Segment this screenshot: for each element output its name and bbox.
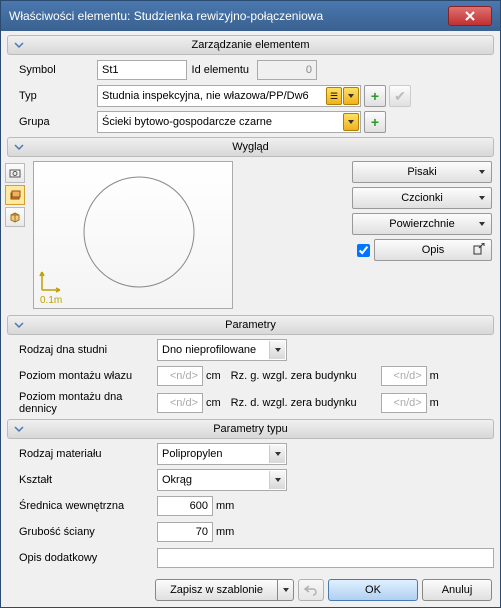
material-label: Rodzaj materiału: [7, 448, 157, 460]
plus-icon: +: [371, 88, 379, 104]
add-group-button[interactable]: +: [364, 111, 386, 133]
chevron-down-icon: [479, 170, 485, 174]
id-input: [257, 60, 317, 80]
type-dropdown-button[interactable]: [343, 87, 359, 105]
inner-dia-label: Średnica wewnętrzna: [7, 500, 157, 512]
rz-g-input[interactable]: [381, 366, 427, 386]
unit-m: m: [430, 397, 439, 409]
fonts-button[interactable]: Czcionki: [352, 187, 492, 209]
hatch-level-label: Poziom montażu włazu: [7, 370, 157, 382]
chevron-down-icon: [12, 140, 26, 154]
section-title: Zarządzanie elementem: [191, 39, 309, 51]
ok-button[interactable]: OK: [328, 579, 418, 601]
undo-button[interactable]: [298, 579, 324, 601]
cube-tool[interactable]: [5, 207, 25, 227]
window-title: Właściwości elementu: Studzienka rewizyj…: [9, 9, 323, 23]
chevron-down-icon: [479, 196, 485, 200]
section-management[interactable]: Zarządzanie elementem: [7, 35, 494, 55]
chevron-down-icon: [269, 445, 285, 463]
inner-dia-input[interactable]: [157, 496, 213, 516]
chevron-down-icon: [12, 38, 26, 52]
desc-checkbox[interactable]: [357, 244, 370, 257]
shape-label: Kształt: [7, 474, 157, 486]
unit-m: m: [430, 370, 439, 382]
section-type-params[interactable]: Parametry typu: [7, 419, 494, 439]
chevron-down-icon: [479, 222, 485, 226]
bottom-level-input[interactable]: [157, 393, 203, 413]
unit-mm: mm: [216, 500, 234, 512]
chevron-down-icon: [283, 588, 289, 592]
camera-tool[interactable]: [5, 163, 25, 183]
close-icon: [465, 11, 475, 21]
rz-d-label: Rz. d. wzgl. zera budynku: [231, 397, 381, 409]
bottom-level-label: Poziom montażu dna dennicy: [7, 391, 157, 415]
scale-label: 0.1m: [40, 295, 62, 306]
layers-icon: [9, 189, 21, 201]
group-value: Ścieki bytowo-gospodarcze czarne: [102, 116, 272, 128]
group-label: Grupa: [7, 116, 97, 128]
chevron-down-icon: [12, 422, 26, 436]
type-combo[interactable]: Studnia inspekcyjna, nie włazowa/PP/Dw6 …: [97, 85, 361, 107]
unit-cm: cm: [206, 370, 221, 382]
extra-desc-label: Opis dodatkowy: [7, 552, 157, 564]
export-icon: [473, 243, 485, 258]
shape-combo[interactable]: Okrąg: [157, 469, 287, 491]
surfaces-button[interactable]: Powierzchnie: [352, 213, 492, 235]
section-appearance[interactable]: Wygląd: [7, 137, 494, 157]
type-lib-button[interactable]: ☰: [326, 87, 342, 105]
well-bottom-combo[interactable]: Dno nieprofilowane: [157, 339, 287, 361]
id-label: Id elementu: [187, 64, 257, 76]
material-combo[interactable]: Polipropylen: [157, 443, 287, 465]
camera-icon: [9, 168, 21, 178]
type-label: Typ: [7, 90, 97, 102]
cube-icon: [9, 211, 21, 223]
layers-tool[interactable]: [5, 185, 25, 205]
well-bottom-value: Dno nieprofilowane: [162, 344, 256, 356]
type-value: Studnia inspekcyjna, nie włazowa/PP/Dw6: [102, 90, 309, 102]
desc-button[interactable]: Opis: [374, 239, 492, 261]
unit-cm: cm: [206, 397, 221, 409]
wall-thick-label: Grubość ściany: [7, 526, 157, 538]
section-parameters[interactable]: Parametry: [7, 315, 494, 335]
chevron-down-icon: [269, 471, 285, 489]
section-title: Parametry: [225, 319, 276, 331]
confirm-type-button[interactable]: ✔: [389, 85, 411, 107]
titlebar: Właściwości elementu: Studzienka rewizyj…: [1, 1, 500, 31]
well-bottom-label: Rodzaj dna studni: [7, 344, 157, 356]
group-dropdown-button[interactable]: [343, 113, 359, 131]
chevron-down-icon: [269, 341, 285, 359]
undo-icon: [304, 584, 318, 596]
pens-button[interactable]: Pisaki: [352, 161, 492, 183]
wall-thick-input[interactable]: [157, 522, 213, 542]
group-combo[interactable]: Ścieki bytowo-gospodarcze czarne: [97, 111, 361, 133]
add-type-button[interactable]: +: [364, 85, 386, 107]
plus-icon: +: [371, 114, 379, 130]
cancel-button[interactable]: Anuluj: [422, 579, 492, 601]
symbol-label: Symbol: [7, 64, 97, 76]
material-value: Polipropylen: [162, 448, 223, 460]
hatch-level-input[interactable]: [157, 366, 203, 386]
close-button[interactable]: [448, 6, 492, 26]
section-title: Wygląd: [232, 141, 269, 153]
preview-canvas: 0.1m: [33, 161, 233, 309]
symbol-input[interactable]: [97, 60, 187, 80]
unit-mm: mm: [216, 526, 234, 538]
check-icon: ✔: [394, 88, 406, 105]
section-title: Parametry typu: [213, 423, 288, 435]
rz-d-input[interactable]: [381, 393, 427, 413]
save-template-button[interactable]: Zapisz w szablonie: [155, 579, 278, 601]
save-template-dropdown[interactable]: [278, 579, 294, 601]
chevron-down-icon: [12, 318, 26, 332]
rz-g-label: Rz. g. wzgl. zera budynku: [231, 370, 381, 382]
extra-desc-input[interactable]: [157, 548, 494, 568]
shape-value: Okrąg: [162, 474, 192, 486]
